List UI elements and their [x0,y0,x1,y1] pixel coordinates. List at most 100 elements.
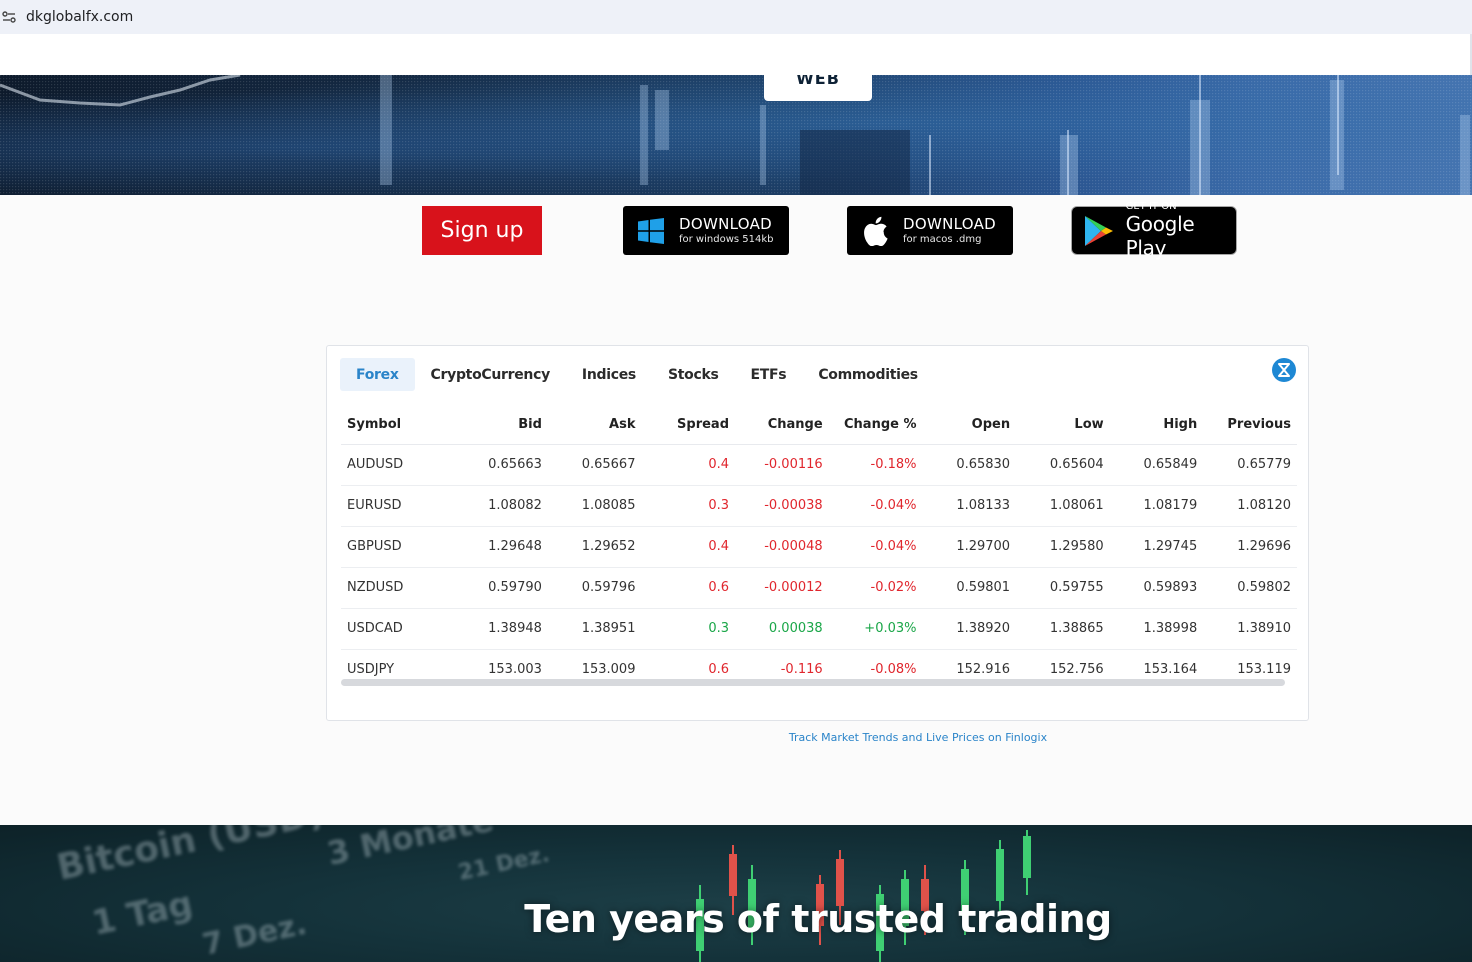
market-quotes-widget: Forex CryptoCurrency Indices Stocks ETFs… [326,345,1309,721]
site-info-icon[interactable] [0,0,18,34]
cell-previous: 0.59802 [1203,567,1297,609]
cell-high: 1.08179 [1109,485,1204,527]
cell-spread: 0.4 [641,444,736,486]
cell-ask: 1.38951 [547,608,642,650]
cell-low: 1.38865 [1016,608,1110,650]
download-macos-button[interactable]: DOWNLOAD for macos .dmg [847,206,1013,255]
signup-label: Sign up [440,218,524,243]
cell-bid: 1.38948 [444,608,548,650]
cell-high: 0.59893 [1109,567,1204,609]
tab-cryptocurrency[interactable]: CryptoCurrency [415,358,566,391]
column-header-high[interactable]: High [1109,406,1204,445]
table-row[interactable]: USDCAD 1.38948 1.38951 0.3 0.00038 +0.03% 1.38… [341,608,1297,650]
tab-etfs[interactable]: ETFs [735,358,803,391]
finlogix-logo-icon[interactable] [1272,358,1296,382]
cell-low: 0.65604 [1016,444,1110,486]
cell-ask: 0.59796 [547,567,642,609]
cell-symbol: USDJPY [341,649,445,676]
cell-change-pct: +0.03% [828,608,923,650]
cell-spread: 0.3 [641,485,736,527]
cell-spread: 0.4 [641,526,736,568]
windows-download-title: DOWNLOAD [679,214,772,233]
column-header-spread[interactable]: Spread [641,406,736,445]
hero-banner [0,75,1472,195]
cell-change-pct: -0.04% [828,526,923,568]
cell-ask: 153.009 [547,649,642,676]
finlogix-link-container: Track Market Trends and Live Prices on F… [182,731,1472,744]
column-header-change[interactable]: Change [735,406,829,445]
tab-stocks[interactable]: Stocks [652,358,735,391]
cell-symbol: AUDUSD [341,444,445,486]
macos-download-subtitle: for macos .dmg [903,233,982,245]
cell-low: 152.756 [1016,649,1110,676]
cell-high: 1.38998 [1109,608,1204,650]
tab-commodities[interactable]: Commodities [802,358,934,391]
cell-symbol: GBPUSD [341,526,445,568]
horizontal-scrollbar[interactable] [341,679,1285,686]
cell-change: -0.00048 [735,526,829,568]
column-header-bid[interactable]: Bid [444,406,548,445]
quotes-table-container[interactable]: Symbol Bid Ask Spread Change Change % Op… [341,406,1297,676]
cell-symbol: USDCAD [341,608,445,650]
site-header [0,34,1472,75]
cell-bid: 1.29648 [444,526,548,568]
cell-open: 1.29700 [922,526,1017,568]
trust-headline: Ten years of trusted trading [524,897,1112,941]
apple-logo-icon [847,216,903,246]
column-header-previous[interactable]: Previous [1203,406,1297,445]
cell-change-pct: -0.02% [828,567,923,609]
column-header-change-pct[interactable]: Change % [828,406,923,445]
quotes-table: Symbol Bid Ask Spread Change Change % Op… [341,406,1297,676]
table-row[interactable]: EURUSD 1.08082 1.08085 0.3 -0.00038 -0.04% 1.0… [341,485,1297,527]
table-header-row: Symbol Bid Ask Spread Change Change % Op… [341,406,1297,445]
cell-previous: 1.29696 [1203,526,1297,568]
cell-previous: 1.08120 [1203,485,1297,527]
google-play-button[interactable]: GET IT ON Google Play [1071,201,1237,260]
cell-change: -0.00038 [735,485,829,527]
cell-open: 1.08133 [922,485,1017,527]
web-platform-button[interactable]: WEB [764,75,872,101]
cell-high: 0.65849 [1109,444,1204,486]
tab-forex[interactable]: Forex [340,358,415,391]
cell-open: 0.59801 [922,567,1017,609]
web-platform-label: WEB [796,75,840,88]
cell-spread: 0.3 [641,608,736,650]
cell-change: -0.116 [735,649,829,676]
table-row[interactable]: AUDUSD 0.65663 0.65667 0.4 -0.00116 -0.18% 0.6… [341,444,1297,486]
cell-open: 1.38920 [922,608,1017,650]
table-row[interactable]: GBPUSD 1.29648 1.29652 0.4 -0.00048 -0.04% 1.2… [341,526,1297,568]
signup-button[interactable]: Sign up [422,206,542,255]
trust-banner: Bitcoin (USD) 3 Monate 21 Dez. 1 Tag 7 D… [0,825,1472,962]
google-play-title: Google Play [1125,212,1195,260]
cell-previous: 153.119 [1203,649,1297,676]
macos-download-title: DOWNLOAD [903,214,996,233]
windows-logo-icon [623,217,679,244]
column-header-low[interactable]: Low [1016,406,1110,445]
cell-previous: 0.65779 [1203,444,1297,486]
url-text[interactable]: dkglobalfx.com [26,9,133,25]
column-header-symbol[interactable]: Symbol [341,406,445,445]
cell-change: -0.00012 [735,567,829,609]
cell-change-pct: -0.04% [828,485,923,527]
column-header-ask[interactable]: Ask [547,406,642,445]
table-row[interactable]: NZDUSD 0.59790 0.59796 0.6 -0.00012 -0.02% 0.5… [341,567,1297,609]
finlogix-link[interactable]: Track Market Trends and Live Prices on F… [789,731,1047,744]
column-header-open[interactable]: Open [922,406,1017,445]
table-row[interactable]: USDJPY 153.003 153.009 0.6 -0.116 -0.08% 152.9… [341,649,1297,676]
tab-indices[interactable]: Indices [566,358,652,391]
market-tabs: Forex CryptoCurrency Indices Stocks ETFs… [340,358,934,391]
cell-change-pct: -0.08% [828,649,923,676]
bg-word-bitcoin: Bitcoin (USD) [53,825,327,889]
cell-symbol: NZDUSD [341,567,445,609]
cell-low: 0.59755 [1016,567,1110,609]
cell-bid: 153.003 [444,649,548,676]
cell-bid: 0.65663 [444,444,548,486]
browser-address-bar: dkglobalfx.com [0,0,1472,34]
cell-spread: 0.6 [641,567,736,609]
google-play-icon [1072,215,1126,247]
cell-ask: 1.08085 [547,485,642,527]
download-windows-button[interactable]: DOWNLOAD for windows 514kb [623,206,789,255]
cell-bid: 0.59790 [444,567,548,609]
cell-symbol: EURUSD [341,485,445,527]
cell-change-pct: -0.18% [828,444,923,486]
